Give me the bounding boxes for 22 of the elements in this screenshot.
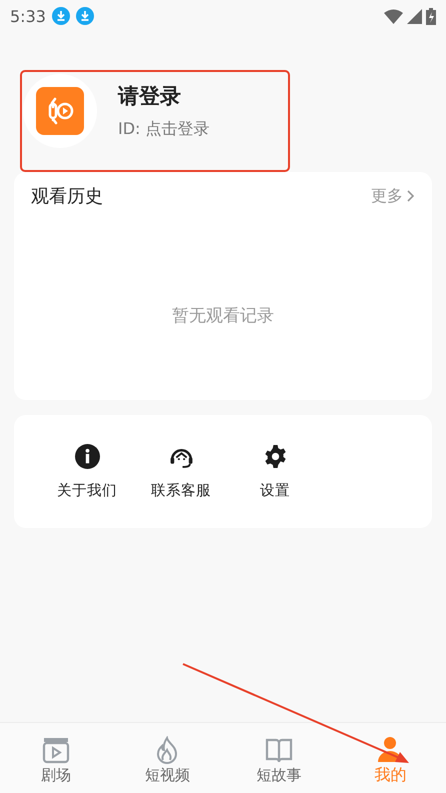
more-link[interactable]: 更多 xyxy=(371,186,414,206)
download-icon xyxy=(52,7,70,25)
service-button[interactable]: 联系客服 xyxy=(134,415,228,528)
tab[interactable]: 短视频 xyxy=(112,723,223,793)
signal-icon xyxy=(407,8,422,24)
tab[interactable]: 短故事 xyxy=(223,723,334,793)
settings-icon xyxy=(262,444,288,468)
clapperboard-icon xyxy=(42,736,70,764)
tab[interactable]: 剧场 xyxy=(0,723,112,793)
chevron-right-icon xyxy=(407,190,414,202)
info-icon xyxy=(74,444,100,468)
clock-time: 5:33 xyxy=(10,6,46,26)
app-logo-icon xyxy=(36,86,84,134)
service-button[interactable]: 关于我们 xyxy=(40,415,134,528)
wifi-icon xyxy=(384,8,403,24)
battery-icon xyxy=(426,8,436,24)
user-id: ID: 点击登录 xyxy=(118,118,210,140)
service-button[interactable]: 设置 xyxy=(228,415,322,528)
download-icon xyxy=(76,7,94,25)
login-prompt[interactable]: 请登录 xyxy=(118,82,210,110)
section-title: 观看历史 xyxy=(31,185,103,208)
empty-message: 暂无观看记录 xyxy=(172,305,274,327)
